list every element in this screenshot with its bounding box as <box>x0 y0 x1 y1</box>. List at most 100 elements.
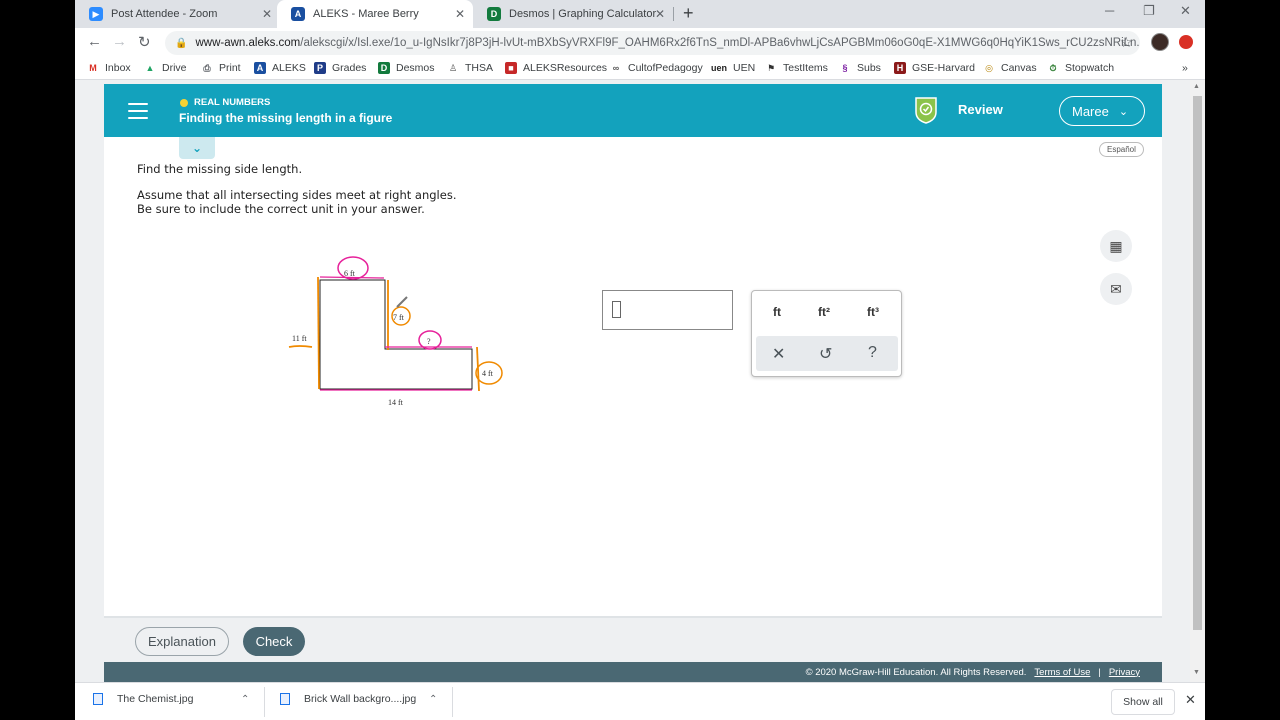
unit-ft-button[interactable]: ft <box>773 305 781 319</box>
espanol-toggle[interactable]: Español <box>1099 142 1144 157</box>
calculator-icon[interactable]: ▦ <box>1100 230 1132 262</box>
aleks-icon: A <box>291 7 305 21</box>
label-top: 6 ft <box>344 269 356 278</box>
back-icon[interactable]: ← <box>87 33 102 50</box>
tab-aleks[interactable]: A ALEKS - Maree Berry ✕ <box>277 0 473 28</box>
unit-ft3-button[interactable]: ft³ <box>867 305 879 319</box>
terms-link[interactable]: Terms of Use <box>1034 667 1090 678</box>
bookmark-cultofpedagogy[interactable]: ∞ CultofPedagogy <box>610 62 703 74</box>
bookmark-desmos[interactable]: D Desmos <box>378 62 435 74</box>
close-icon[interactable]: ✕ <box>455 7 465 21</box>
bookmark-grades[interactable]: P Grades <box>314 62 366 74</box>
label-right-lower: 4 ft <box>482 369 494 378</box>
privacy-link[interactable]: Privacy <box>1109 667 1140 678</box>
close-icon[interactable]: ✕ <box>655 7 665 21</box>
download-divider <box>452 687 453 717</box>
bookmark-uen[interactable]: uen UEN <box>711 62 755 74</box>
resources-icon: ■ <box>505 62 517 74</box>
explanation-button[interactable]: Explanation <box>135 627 229 656</box>
user-name: Maree <box>1072 103 1109 119</box>
chevron-up-icon[interactable]: ⌃ <box>241 694 249 705</box>
mail-icon[interactable]: ✉ <box>1100 273 1132 305</box>
close-icon[interactable]: ✕ <box>1185 692 1196 708</box>
bookmark-inbox[interactable]: M Inbox <box>87 62 130 74</box>
new-tab-button[interactable]: + <box>683 3 694 24</box>
grades-icon: P <box>314 62 326 74</box>
minimize-button[interactable]: ─ <box>1105 3 1114 18</box>
download-item[interactable]: Brick Wall backgro....jpg ⌃ <box>280 693 440 705</box>
gmail-icon: M <box>89 63 97 73</box>
uen-icon: uen <box>711 63 728 73</box>
download-item[interactable]: The Chemist.jpg ⌃ <box>93 693 253 705</box>
annotation-stroke <box>288 345 313 348</box>
topic-dropdown-toggle[interactable]: ⌄ <box>179 137 215 159</box>
harvard-icon: H <box>894 62 906 74</box>
bookmark-label: UEN <box>733 62 756 74</box>
forward-icon[interactable]: → <box>112 33 127 50</box>
tab-title: ALEKS - Maree Berry <box>313 8 419 20</box>
page-scrollbar[interactable]: ▲ ▼ <box>1190 80 1205 682</box>
tab-title: Post Attendee - Zoom <box>111 8 218 20</box>
thsa-icon: ♙ <box>448 62 458 73</box>
l-shape-outline <box>319 279 473 390</box>
bookmark-gse-harvard[interactable]: H GSE-Harvard <box>894 62 975 74</box>
review-shield-icon[interactable] <box>914 96 938 124</box>
bookmark-drive[interactable]: ▲ Drive <box>144 62 187 74</box>
bookmark-thsa[interactable]: ♙ THSA <box>447 62 493 74</box>
bookmark-label: ALEKSResources <box>523 62 608 74</box>
bookmark-label: CultofPedagogy <box>628 62 703 74</box>
bookmark-print[interactable]: ⎙ Print <box>201 62 240 74</box>
close-icon[interactable]: ✕ <box>262 7 272 21</box>
image-file-icon <box>93 693 103 705</box>
menu-icon[interactable] <box>128 103 148 119</box>
tab-title: Desmos | Graphing Calculator <box>509 8 657 20</box>
review-button[interactable]: Review <box>958 102 1003 117</box>
unit-ft2-button[interactable]: ft² <box>818 305 830 319</box>
reload-icon[interactable]: ↻ <box>138 33 151 51</box>
bookmark-testitems[interactable]: ⚑ TestItems <box>765 62 828 74</box>
scroll-up-icon[interactable]: ▲ <box>1193 83 1200 90</box>
tab-desmos[interactable]: D Desmos | Graphing Calculator ✕ <box>473 0 673 28</box>
bookmark-aleksresources[interactable]: ■ ALEKSResources <box>505 62 607 74</box>
scroll-down-icon[interactable]: ▼ <box>1193 669 1200 676</box>
chevron-up-icon[interactable]: ⌃ <box>429 694 437 705</box>
tab-strip: ▶ Post Attendee - Zoom ✕ A ALEKS - Maree… <box>75 0 1205 28</box>
bookmark-label: Canvas <box>1001 62 1037 74</box>
prompt-instruction: Find the missing side length. <box>137 162 303 176</box>
bookmark-subs[interactable]: § Subs <box>839 62 880 74</box>
profile-avatar[interactable] <box>1151 33 1169 51</box>
undo-icon[interactable]: ↺ <box>819 344 832 364</box>
label-unknown: ? <box>427 337 431 346</box>
window-close-button[interactable]: ✕ <box>1180 3 1191 19</box>
address-bar[interactable]: 🔒 www-awn.aleks.com /alekscgi/x/Isl.exe/… <box>165 31 1140 55</box>
bookmark-canvas[interactable]: ◎ Canvas <box>983 62 1037 74</box>
help-icon[interactable]: ? <box>868 344 877 362</box>
user-menu-button[interactable]: Maree ⌄ <box>1059 96 1145 126</box>
bookmark-label: Stopwatch <box>1065 62 1115 74</box>
bookmarks-overflow-button[interactable]: » <box>1182 62 1188 74</box>
scrollbar-thumb[interactable] <box>1193 96 1202 630</box>
bookmark-stopwatch[interactable]: ⏱ Stopwatch <box>1047 62 1114 74</box>
right-letterbox <box>1205 0 1280 720</box>
annotation-stroke <box>317 276 320 390</box>
bookmark-aleks[interactable]: A ALEKS <box>254 62 306 74</box>
bookmark-label: Desmos <box>396 62 435 74</box>
extension-icon[interactable] <box>1179 35 1193 49</box>
topic-category: REAL NUMBERS <box>180 97 270 108</box>
show-all-button[interactable]: Show all <box>1111 689 1175 715</box>
restore-button[interactable]: ❐ <box>1143 3 1155 19</box>
l-shape-figure: 6 ft 7 ft ? 11 ft 4 ft 14 ft <box>288 256 503 407</box>
bookmark-star-icon[interactable]: ☆ <box>1120 34 1133 51</box>
bookmark-label: Drive <box>162 62 187 74</box>
topic-category-label: REAL NUMBERS <box>194 97 271 108</box>
print-icon: ⎙ <box>203 62 211 73</box>
answer-input[interactable] <box>602 290 733 330</box>
desmos-icon: D <box>378 62 390 74</box>
check-button[interactable]: Check <box>243 627 305 656</box>
tab-zoom[interactable]: ▶ Post Attendee - Zoom ✕ <box>75 0 280 28</box>
browser-window: ▶ Post Attendee - Zoom ✕ A ALEKS - Maree… <box>75 0 1205 720</box>
left-letterbox <box>0 0 75 720</box>
link-icon: ∞ <box>612 63 620 73</box>
url-host: www-awn.aleks.com <box>195 37 301 49</box>
clear-icon[interactable]: ✕ <box>772 344 785 364</box>
